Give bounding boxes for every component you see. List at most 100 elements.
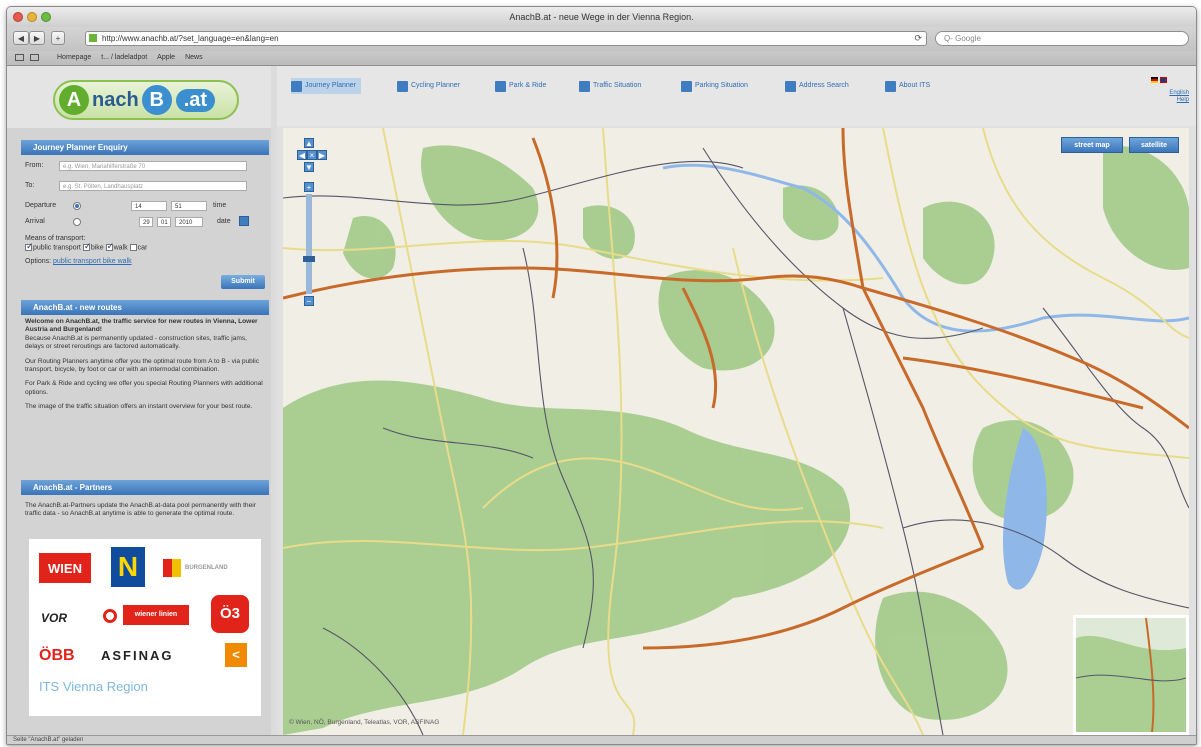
planner-header: Journey Planner Enquiry bbox=[21, 140, 269, 155]
from-input[interactable]: e.g. Wien, Mariahilferstraße 70 bbox=[59, 161, 247, 171]
obb-logo[interactable]: ÖBB bbox=[39, 647, 75, 665]
reading-list-icon[interactable] bbox=[15, 54, 24, 61]
tab-address-search[interactable]: Address Search bbox=[785, 78, 849, 94]
news-park-ride: For Park & Ride and cycling we offer you… bbox=[25, 380, 263, 396]
logo-nach: nach bbox=[92, 88, 139, 111]
its-logo[interactable]: ITS Vienna Region bbox=[39, 679, 148, 694]
overview-map[interactable] bbox=[1073, 615, 1189, 735]
pan-left-icon[interactable]: ◀ bbox=[297, 150, 307, 160]
to-input[interactable]: e.g. St. Pölten, Landhausplatz bbox=[59, 181, 247, 191]
wiener-linien-icon bbox=[103, 609, 117, 623]
from-label: From: bbox=[25, 162, 44, 169]
pan-right-icon[interactable]: ▶ bbox=[317, 150, 327, 160]
nav-tabs: Journey Planner Cycling Planner Park & R… bbox=[277, 66, 1196, 126]
browser-toolbar: ◀ ▶ + http://www.anachb.at/?set_language… bbox=[7, 27, 1196, 51]
zoom-window-button[interactable] bbox=[41, 12, 51, 22]
date-label: date bbox=[217, 218, 231, 225]
hour-input[interactable]: 14 bbox=[131, 201, 167, 211]
web-page: A nach B .at Journey Planner Enquiry Fro… bbox=[7, 66, 1196, 735]
car-icon bbox=[579, 80, 590, 92]
pan-home-icon[interactable]: × bbox=[307, 150, 317, 160]
map-view[interactable]: ▲ ◀ × ▶ ▼ + − street map satellite © Wie… bbox=[283, 128, 1189, 735]
language-flags bbox=[1151, 77, 1167, 83]
vor-logo[interactable]: VOR bbox=[41, 611, 67, 625]
tab-label: Cycling Planner bbox=[411, 82, 461, 89]
time-label: time bbox=[213, 202, 227, 209]
mode-label: bike bbox=[90, 244, 104, 252]
walk-checkbox[interactable] bbox=[105, 241, 114, 252]
english-flag-icon[interactable] bbox=[1160, 77, 1167, 83]
street-map-button[interactable]: street map bbox=[1061, 137, 1123, 153]
tab-journey-planner[interactable]: Journey Planner bbox=[291, 78, 361, 94]
reload-icon[interactable]: ⟳ bbox=[914, 32, 922, 45]
search-field[interactable]: Q- Google bbox=[935, 31, 1189, 46]
title-bar: AnachB.at - neue Wege in der Vienna Regi… bbox=[7, 7, 1196, 27]
bookmark-item[interactable]: News bbox=[185, 51, 203, 65]
zoom-in-button[interactable]: + bbox=[304, 182, 314, 192]
satellite-button[interactable]: satellite bbox=[1129, 137, 1179, 153]
wiener-linien-logo[interactable]: wiener linien bbox=[123, 605, 189, 625]
tab-label: Journey Planner bbox=[305, 82, 356, 89]
tab-label: Park & Ride bbox=[509, 82, 547, 89]
year-input[interactable]: 2010 bbox=[175, 217, 203, 227]
add-bookmark-button[interactable]: + bbox=[51, 31, 65, 45]
oe3-logo[interactable]: Ö3 bbox=[211, 595, 249, 633]
pan-up-icon[interactable]: ▲ bbox=[304, 138, 314, 148]
to-label: To: bbox=[25, 182, 35, 189]
back-button[interactable]: ◀ bbox=[13, 31, 29, 45]
burgenland-logo[interactable]: BURGENLAND bbox=[185, 565, 228, 571]
anachb-logo[interactable]: A nach B .at bbox=[53, 80, 239, 120]
forward-button[interactable]: ▶ bbox=[29, 31, 45, 45]
map-canvas bbox=[283, 128, 1189, 735]
site-favicon-icon bbox=[89, 34, 97, 42]
arrival-radio[interactable] bbox=[73, 218, 81, 226]
minimize-window-button[interactable] bbox=[27, 12, 37, 22]
calendar-icon[interactable] bbox=[239, 216, 249, 226]
public-transport-checkbox[interactable] bbox=[25, 241, 34, 252]
tab-parking-situation[interactable]: Parking Situation bbox=[681, 78, 748, 94]
departure-radio[interactable] bbox=[73, 202, 81, 210]
help-link[interactable]: Help bbox=[1149, 97, 1189, 104]
bookmark-item[interactable]: Apple bbox=[157, 51, 175, 65]
day-input[interactable]: 29 bbox=[139, 217, 153, 227]
minute-input[interactable]: 51 bbox=[171, 201, 207, 211]
german-flag-icon[interactable] bbox=[1151, 77, 1158, 83]
close-window-button[interactable] bbox=[13, 12, 23, 22]
partner-logos: WIEN N BURGENLAND VOR wiener linien Ö3 Ö… bbox=[29, 539, 261, 716]
zoom-out-button[interactable]: − bbox=[304, 296, 314, 306]
noe-logo[interactable]: N bbox=[111, 547, 145, 587]
options-links[interactable]: public transport bike walk bbox=[53, 258, 132, 265]
zoom-slider-track[interactable] bbox=[306, 194, 312, 294]
logo-tld: .at bbox=[175, 88, 216, 112]
bookmark-list: Homepage t... / ladeladpot Apple News bbox=[57, 51, 203, 65]
bookmark-item[interactable]: Homepage bbox=[57, 51, 91, 65]
bookmarks-grid-icon[interactable] bbox=[30, 54, 39, 61]
options-row: Options: public transport bike walk bbox=[25, 258, 132, 265]
news-text: Welcome on AnachB.at, the traffic servic… bbox=[25, 318, 263, 418]
asfinag-logo[interactable]: ASFINAG bbox=[101, 648, 174, 663]
tab-cycling-planner[interactable]: Cycling Planner bbox=[397, 78, 460, 94]
partners-header: AnachB.at - Partners bbox=[21, 480, 269, 495]
car-checkbox[interactable] bbox=[129, 244, 137, 251]
tab-park-ride[interactable]: Park & Ride bbox=[495, 78, 546, 94]
help-links: English Help bbox=[1149, 90, 1189, 104]
orange-arrow-icon[interactable]: < bbox=[225, 643, 247, 667]
month-input[interactable]: 01 bbox=[157, 217, 171, 227]
tab-about-its[interactable]: About ITS bbox=[885, 78, 930, 94]
wien-logo[interactable]: WIEN bbox=[39, 553, 91, 583]
bike-checkbox[interactable] bbox=[82, 241, 91, 252]
address-text: http://www.anachb.at/?set_language=en&la… bbox=[102, 34, 279, 43]
bookmark-item[interactable]: t... / ladeladpot bbox=[101, 51, 147, 65]
english-link[interactable]: English bbox=[1149, 90, 1189, 97]
status-bar: Seite "AnachB.at" geladen bbox=[7, 735, 1196, 744]
zoom-slider-handle[interactable] bbox=[303, 256, 315, 262]
search-placeholder: Q- Google bbox=[944, 34, 981, 43]
park-ride-icon bbox=[495, 80, 506, 92]
pan-down-icon[interactable]: ▼ bbox=[304, 162, 314, 172]
tab-label: Traffic Situation bbox=[593, 82, 642, 89]
overview-canvas bbox=[1076, 618, 1186, 732]
tab-traffic-situation[interactable]: Traffic Situation bbox=[579, 78, 641, 94]
window-title: AnachB.at - neue Wege in der Vienna Regi… bbox=[509, 12, 694, 22]
address-bar[interactable]: http://www.anachb.at/?set_language=en&la… bbox=[85, 31, 927, 46]
submit-button[interactable]: Submit bbox=[221, 275, 265, 289]
